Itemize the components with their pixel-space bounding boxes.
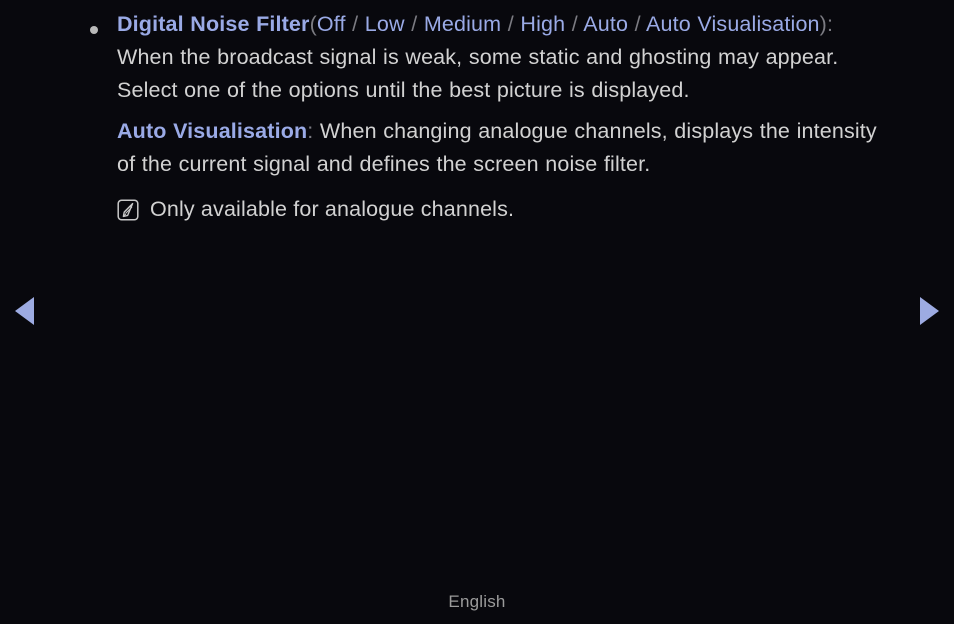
note-row: Only available for analogue channels. [0,193,954,226]
bullet-item-digital-noise-filter: Digital Noise Filter(Off / Low / Medium … [0,8,954,106]
separator-4: / [565,12,584,36]
separator-5: / [628,12,647,36]
option-low: Low [364,12,405,36]
option-high: High [520,12,566,36]
bullet-dot-icon [90,26,98,34]
option-medium: Medium [423,12,502,36]
option-auto: Auto [583,12,629,36]
separator-3: / [501,12,521,36]
option-auto-visualisation: Auto Visualisation [646,12,820,36]
close-paren: ): [819,12,834,36]
definition-term: Auto Visualisation [117,119,308,144]
emanual-page: Digital Noise Filter(Off / Low / Medium … [0,0,954,624]
note-text: Only available for analogue channels. [150,196,515,221]
definition-block: Auto Visualisation: When changing analog… [0,115,954,181]
note-memo-icon [117,199,139,221]
option-title: Digital Noise Filter [117,12,310,36]
triangle-left-icon[interactable] [15,297,34,325]
triangle-right-icon[interactable] [920,297,939,325]
separator-2: / [404,12,424,36]
separator-1: / [345,12,365,36]
bullet-heading: Digital Noise Filter(Off / Low / Medium … [117,8,898,41]
bullet-description: When the broadcast signal is weak, some … [117,44,839,102]
definition-paragraph: Auto Visualisation: When changing analog… [117,115,898,181]
footer-language-label: English [448,592,506,611]
option-off: Off [316,12,346,36]
open-paren: ( [309,12,317,36]
content-area: Digital Noise Filter(Off / Low / Medium … [0,0,954,226]
